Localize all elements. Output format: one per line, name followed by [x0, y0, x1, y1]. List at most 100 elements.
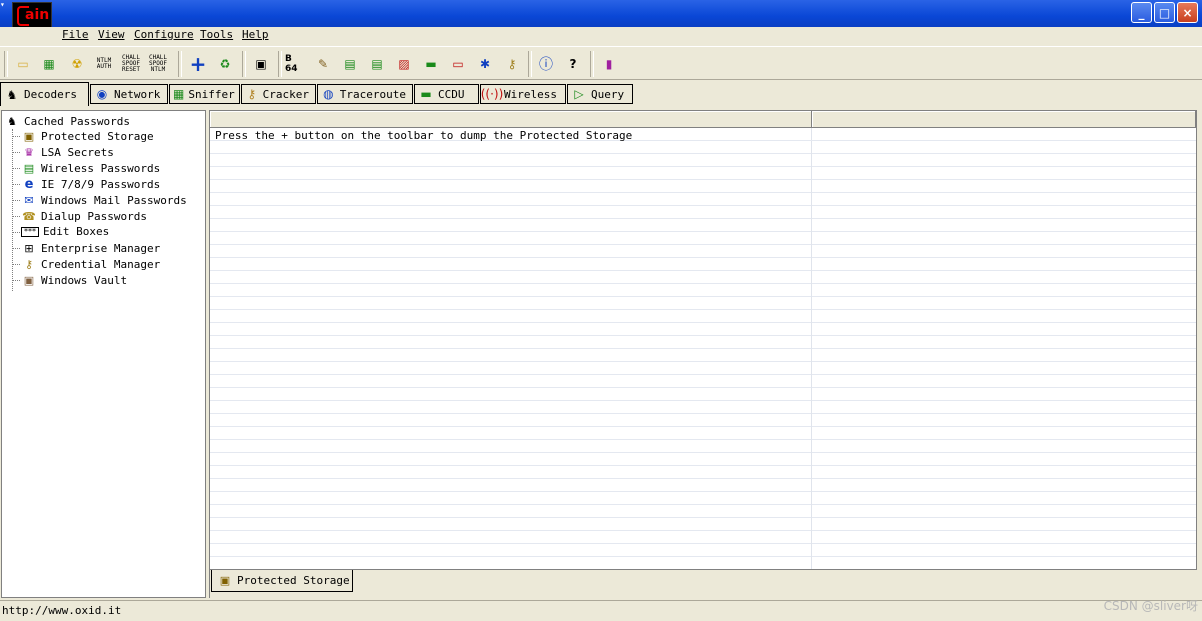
menu-file[interactable]: File	[62, 28, 89, 41]
system-menu-arrow-icon[interactable]: ▾	[0, 0, 8, 9]
base64-label: B 64	[285, 54, 298, 74]
wireless-key-icon[interactable]: ✱	[474, 53, 496, 75]
add-plus-icon[interactable]: +	[187, 52, 209, 76]
tree-item-windows-mail-passwords[interactable]: ✉ Windows Mail Passwords	[21, 193, 187, 207]
menu-view-label: View	[98, 28, 125, 41]
wep-icon[interactable]: ▤	[339, 53, 361, 75]
tree-root-cached-passwords[interactable]: ♞ Cached Passwords	[4, 114, 130, 128]
wireless-passwords-icon: ▤	[23, 161, 35, 175]
chall-spoof-reset-icon[interactable]: CHALL SPOOF RESET	[120, 53, 142, 75]
exit-icon[interactable]: ▮	[598, 53, 620, 75]
ntlm-auth-label: NTLM AUTH	[96, 57, 112, 70]
toolbar-separator	[178, 51, 182, 77]
menu-tools[interactable]: Tools	[200, 28, 233, 41]
wireless-icon: ((·))	[480, 87, 504, 101]
tree-item-label: Windows Mail Passwords	[41, 193, 187, 207]
menu-file-label: File	[62, 28, 89, 41]
empty-table-row	[210, 362, 1196, 375]
empty-table-row	[210, 219, 1196, 232]
toolbar-separator	[590, 51, 594, 77]
help-icon[interactable]: ?	[562, 53, 584, 75]
toolbar: ▭ ▦ ☢ NTLM AUTH CHALL SPOOF RESET CHALL …	[0, 46, 1202, 80]
menu-help[interactable]: Help	[242, 28, 269, 41]
empty-table-row	[210, 297, 1196, 310]
sniffer-icon: ▦	[173, 87, 185, 101]
tree-item-lsa-secrets[interactable]: ♛ LSA Secrets	[21, 145, 114, 159]
tab-decoders[interactable]: ♞ Decoders	[0, 82, 89, 106]
tab-network[interactable]: ◉ Network	[90, 84, 168, 104]
key-icon[interactable]: ⚷	[501, 53, 523, 75]
empty-table-row	[210, 232, 1196, 245]
maximize-button[interactable]: □	[1154, 2, 1175, 23]
rsa-icon[interactable]: ▨	[393, 53, 415, 75]
empty-table-row	[210, 388, 1196, 401]
tab-label: Sniffer	[188, 87, 235, 101]
empty-table-row	[210, 466, 1196, 479]
modem-icon[interactable]: ▬	[420, 53, 442, 75]
tree-item-ie-passwords[interactable]: e IE 7/8/9 Passwords	[21, 177, 161, 192]
recycle-icon[interactable]: ♻	[214, 53, 236, 75]
tree-item-enterprise-manager[interactable]: ⊞ Enterprise Manager	[21, 241, 160, 255]
column-header-1[interactable]	[210, 111, 812, 128]
toolbar-separator	[278, 51, 282, 77]
chall-spoof-ntlm-label: CHALL SPOOF NTLM	[148, 54, 168, 73]
tab-wireless[interactable]: ((·)) Wireless	[480, 84, 566, 104]
tree-item-credential-manager[interactable]: ⚷ Credential Manager	[21, 257, 160, 271]
minimize-button[interactable]: _	[1131, 2, 1152, 23]
menu-configure-label: Configure	[134, 28, 194, 41]
empty-table-row	[210, 167, 1196, 180]
tree-item-protected-storage[interactable]: ▣ Protected Storage	[21, 129, 154, 143]
wpa-icon[interactable]: ▤	[366, 53, 388, 75]
radiation-icon[interactable]: ☢	[66, 53, 88, 75]
tree-connector	[12, 152, 20, 153]
tab-sniffer[interactable]: ▦ Sniffer	[169, 84, 240, 104]
ccdu-icon: ▬	[420, 87, 432, 101]
open-folder-icon[interactable]: ▭	[12, 53, 34, 75]
menu-tools-label: Tools	[200, 28, 234, 41]
tree-item-windows-vault[interactable]: ▣ Windows Vault	[21, 273, 127, 287]
chall-spoof-ntlm-icon[interactable]: CHALL SPOOF NTLM	[147, 53, 169, 75]
tab-label: Query	[591, 87, 625, 101]
tree-item-label: Edit Boxes	[43, 225, 110, 238]
tree-item-wireless-passwords[interactable]: ▤ Wireless Passwords	[21, 161, 160, 175]
empty-table-row	[210, 336, 1196, 349]
tab-ccdu[interactable]: ▬ CCDU	[414, 84, 479, 104]
tab-query[interactable]: ▷ Query	[567, 84, 633, 104]
tab-cracker[interactable]: ⚷ Cracker	[241, 84, 316, 104]
tree-item-edit-boxes[interactable]: *** Edit Boxes	[21, 225, 109, 238]
empty-table-row	[210, 206, 1196, 219]
empty-table-row	[210, 323, 1196, 336]
tree-connector	[12, 136, 20, 137]
ntlm-auth-icon[interactable]: NTLM AUTH	[93, 53, 115, 75]
close-button[interactable]: ×	[1177, 2, 1198, 23]
windows-mail-icon: ✉	[24, 193, 34, 207]
bottom-tab-protected-storage[interactable]: ▣ Protected Storage	[211, 570, 353, 592]
tree-item-label: Dialup Passwords	[41, 209, 147, 223]
tree-item-label: Credential Manager	[41, 257, 161, 271]
tab-traceroute[interactable]: ◍ Traceroute	[317, 84, 413, 104]
chall-spoof-reset-label: CHALL SPOOF RESET	[121, 54, 141, 73]
tree-item-dialup-passwords[interactable]: ☎ Dialup Passwords	[21, 209, 147, 223]
hash-icon[interactable]: ✎	[312, 53, 334, 75]
menu-configure[interactable]: Configure	[134, 28, 194, 41]
tree-connector	[12, 129, 13, 291]
table-row[interactable]: Press the + button on the toolbar to dum…	[210, 128, 1196, 142]
tree-root-label: Cached Passwords	[24, 114, 130, 128]
empty-table-row	[210, 310, 1196, 323]
tree-connector	[12, 232, 20, 233]
column-header-2[interactable]	[812, 111, 1196, 128]
info-icon[interactable]: ⓘ	[535, 53, 557, 75]
empty-table-row	[210, 258, 1196, 271]
tree-connector	[12, 200, 20, 201]
tab-label: Network	[114, 87, 161, 101]
base64-icon[interactable]: B 64	[285, 53, 307, 75]
certificate-icon[interactable]: ▣	[250, 53, 272, 75]
network-card-icon[interactable]: ▦	[38, 53, 60, 75]
router-icon[interactable]: ▭	[447, 53, 469, 75]
empty-table-row	[210, 414, 1196, 427]
menu-view[interactable]: View	[98, 28, 125, 41]
decoders-tree: ♞ Cached Passwords ▣ Protected Storage ♛…	[1, 110, 206, 598]
protected-storage-icon: ▣	[23, 129, 35, 143]
cracker-icon: ⚷	[247, 87, 257, 101]
decoders-icon: ♞	[6, 87, 18, 102]
